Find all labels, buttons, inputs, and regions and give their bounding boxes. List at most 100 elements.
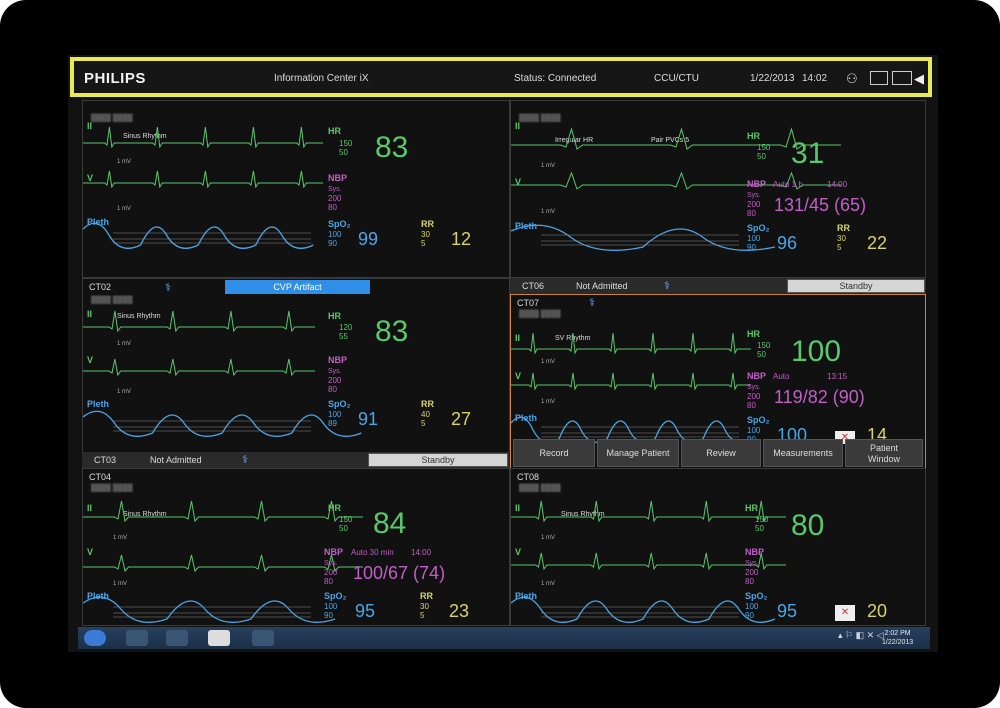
keyboard-icon[interactable] — [892, 71, 912, 85]
patient-panel[interactable]: CT02 ████ ████ ⚕ CVP Artifact II Sinus Rh… — [82, 278, 510, 458]
spo2-limits: 10090 — [324, 602, 338, 620]
nbp-label: NBP — [747, 179, 767, 189]
date: 1/22/2013 — [750, 73, 795, 84]
app-title: Information Center iX — [274, 73, 369, 84]
hr-value: 83 — [375, 131, 409, 164]
sys-label: Sys. — [328, 368, 342, 375]
brand-logo: PHILIPS — [84, 70, 146, 87]
bed-bar[interactable]: CT06 Not Admitted ⚕ Standby — [510, 278, 926, 294]
nbp-mode: Auto — [773, 372, 790, 381]
alarm-off-icon[interactable]: ✕ — [835, 605, 855, 621]
waveforms — [511, 500, 786, 623]
record-button[interactable]: Record — [513, 439, 595, 467]
hr-alarm-limits: 150 50 — [757, 143, 771, 161]
admission-status: Not Admitted — [150, 455, 202, 465]
monitor-screen: PHILIPS Information Center iX Status: Co… — [68, 55, 938, 652]
browser-icon[interactable] — [126, 630, 148, 646]
ecg-waveform — [83, 170, 323, 189]
hr-alarm-limits: 150 50 — [755, 515, 769, 533]
nbp-value: 100/67 (74) — [353, 563, 446, 583]
spo2-value: 99 — [358, 229, 379, 249]
patient-panel[interactable]: ████ ████ II Irregular HR Pair PVCs 5 1 … — [510, 100, 926, 278]
pleth-waveform — [83, 410, 362, 437]
app-icon[interactable] — [208, 630, 230, 646]
hr-label: HR — [747, 329, 760, 339]
hr-label: HR — [328, 126, 341, 136]
nbp-label: NBP — [328, 173, 348, 183]
ecg-waveform — [511, 332, 751, 355]
hr-alarm-limits: 150 50 — [339, 515, 353, 533]
pleth-waveform — [83, 222, 314, 249]
clock[interactable]: 2:02 PM 1/22/2013 — [882, 629, 913, 647]
spo2-label: SpO₂ — [328, 219, 351, 229]
ecg-waveform — [83, 500, 363, 523]
sys-limits: 200 80 — [324, 568, 338, 586]
rr-value: 20 — [867, 601, 888, 621]
nbp-time: 14:00 — [411, 548, 432, 557]
nbp-value: 131/45 (65) — [774, 195, 867, 215]
sys-label: Sys. — [328, 186, 342, 193]
spo2-label: SpO₂ — [328, 399, 351, 409]
rr-value: 27 — [451, 409, 472, 429]
bed-bar[interactable]: CT03 Not Admitted ⚕ Standby — [82, 452, 510, 468]
taskbar: ▴ ⚐ ◧ ✕ ◁ 2:02 PM 1/22/2013 — [78, 627, 930, 649]
patient-panel-selected[interactable]: CT07 ████ ████ ⚕ II SV Rhythm 1 mV V 1 mV… — [510, 294, 926, 470]
nbp-mode: Auto 30 min — [351, 548, 394, 557]
manage-patient-button[interactable]: Manage Patient — [597, 439, 679, 467]
spo2-value: 96 — [777, 233, 798, 253]
bed-icon: ⚕ — [242, 454, 248, 466]
top-status-bar: PHILIPS Information Center iX Status: Co… — [70, 57, 932, 97]
sys-label: Sys. — [324, 560, 338, 567]
sys-label: Sys. — [745, 560, 759, 567]
hr-value: 31 — [791, 137, 825, 170]
rr-label: RR — [421, 219, 434, 229]
ecg-waveform — [83, 310, 315, 333]
bed-label: CT03 — [94, 455, 117, 465]
rr-value: 22 — [867, 233, 888, 253]
patient-panel[interactable]: CT04 ████ ████ II Sinus Rhythm 1 mV V 1 m… — [82, 468, 510, 626]
patient-panel[interactable]: CT08 ████ ████ II Sinus Rhythm 1 mV V 1 m… — [510, 468, 926, 626]
nbp-mode: Auto 1 h — [773, 180, 803, 189]
sys-limits: 200 80 — [747, 200, 761, 218]
rr-limits: 40 5 — [421, 410, 430, 428]
nbp-time: 14:00 — [827, 180, 848, 189]
waveforms — [511, 127, 841, 251]
nbp-value: 119/82 (90) — [774, 387, 865, 407]
sys-limits: 200 80 — [328, 376, 342, 394]
sys-label: Sys. — [747, 384, 761, 391]
rr-value: 12 — [451, 229, 472, 249]
device-frame: PHILIPS Information Center iX Status: Co… — [0, 0, 1000, 708]
window-icon[interactable] — [252, 630, 274, 646]
patient-window-button[interactable]: Patient Window — [845, 439, 923, 467]
printer-icon[interactable] — [870, 71, 888, 85]
sys-limits: 200 80 — [745, 568, 759, 586]
rr-limits: 30 5 — [837, 234, 846, 252]
nbp-label: NBP — [745, 547, 765, 557]
ecg-waveform — [511, 372, 751, 391]
spo2-label: SpO₂ — [747, 415, 770, 425]
pleth-waveform — [511, 596, 776, 623]
ecg-waveform — [83, 126, 323, 149]
sys-limits: 200 80 — [747, 392, 761, 410]
patient-panel[interactable]: ████ ████ II Sinus Rhythm 1 mV V 1 mV Pl… — [82, 100, 510, 278]
bed-icon: ⚕ — [664, 280, 670, 292]
standby-button[interactable]: Standby — [368, 453, 508, 467]
waveforms — [83, 310, 362, 437]
review-button[interactable]: Review — [681, 439, 761, 467]
rr-label: RR — [837, 223, 850, 233]
start-icon[interactable] — [84, 630, 106, 646]
standby-button[interactable]: Standby — [787, 279, 925, 293]
bed-label: CT06 — [522, 281, 545, 291]
spo2-limits: 10090 — [747, 234, 761, 252]
rr-limits: 30 5 — [421, 230, 430, 248]
people-icon[interactable]: ⚇ — [846, 71, 864, 86]
folder-icon[interactable] — [166, 630, 188, 646]
spo2-label: SpO₂ — [745, 591, 768, 601]
waveforms — [83, 126, 323, 249]
time: 14:02 — [802, 73, 828, 84]
tray-icons[interactable]: ▴ ⚐ ◧ ✕ ◁ — [838, 630, 884, 641]
sys-label: Sys. — [747, 192, 761, 199]
hr-label: HR — [745, 503, 758, 513]
measurements-button[interactable]: Measurements — [763, 439, 843, 467]
speaker-icon[interactable]: ◀ — [914, 71, 932, 86]
